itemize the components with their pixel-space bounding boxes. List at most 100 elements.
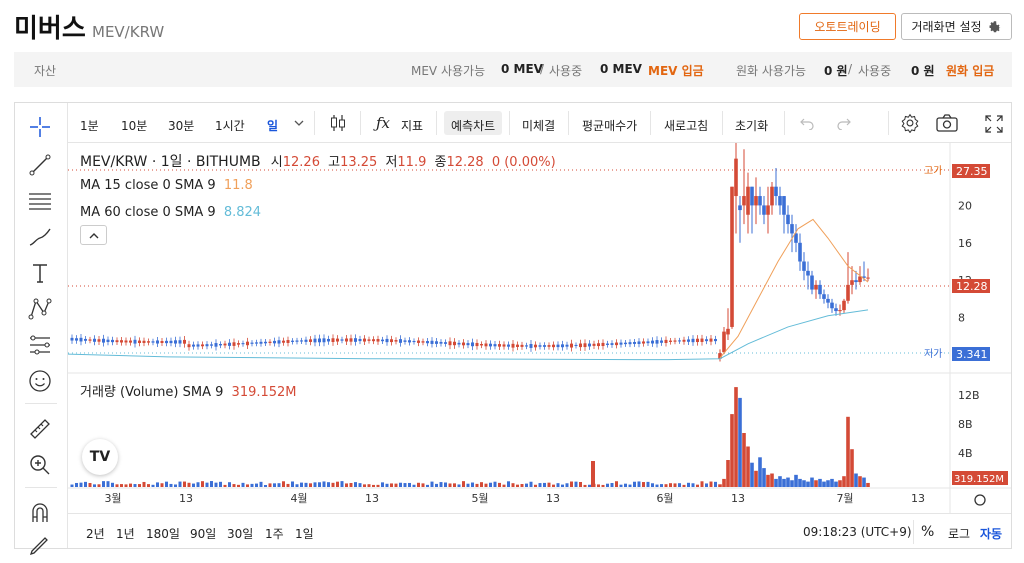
volume-bar [574, 481, 578, 487]
zoom-in-icon[interactable] [28, 453, 52, 477]
auto-trading-button[interactable]: 오토트레이딩 [799, 13, 896, 40]
krw-deposit-link[interactable]: 원화 입금 [946, 62, 994, 79]
range-30d[interactable]: 30일 [227, 525, 253, 542]
fib-lines-icon[interactable] [28, 189, 52, 213]
candle [309, 339, 312, 342]
candle-style-icon[interactable] [328, 113, 348, 133]
interval-1m[interactable]: 1분 [80, 117, 99, 134]
interval-30m[interactable]: 30분 [168, 117, 194, 134]
fullscreen-icon[interactable] [985, 115, 1003, 133]
volume-bar [430, 481, 434, 487]
ruler-icon[interactable] [28, 417, 52, 441]
volume-bar [291, 481, 294, 487]
volume-bar [696, 484, 699, 487]
time-tick-label: 13 [546, 492, 560, 505]
range-90d[interactable]: 90일 [190, 525, 216, 542]
time-tick-label: 7월 [836, 492, 853, 505]
candle [806, 270, 810, 276]
volume-bar [381, 482, 384, 487]
magnet-icon[interactable] [28, 501, 52, 525]
trend-line-icon[interactable] [28, 153, 52, 177]
range-1y[interactable]: 1년 [116, 525, 135, 542]
candle [722, 331, 726, 353]
candle [705, 339, 708, 342]
screen-settings-button[interactable]: 거래화면 설정 [901, 13, 1012, 40]
range-180d[interactable]: 180일 [146, 525, 180, 542]
pattern-icon[interactable] [28, 297, 52, 321]
interval-1h[interactable]: 1시간 [215, 117, 245, 134]
mev-deposit-link[interactable]: MEV 입금 [648, 62, 704, 79]
volume-bar [561, 484, 564, 487]
refresh-button[interactable]: 새로고침 [664, 117, 708, 134]
volume-bar [802, 480, 806, 487]
candle [228, 342, 231, 346]
avg-buy-price-button[interactable]: 평균매수가 [582, 117, 637, 134]
volume-bar [408, 482, 411, 487]
undo-icon[interactable] [799, 116, 815, 130]
candle [520, 344, 524, 347]
candle [291, 340, 294, 342]
price-tick-label: 8 [958, 312, 965, 325]
volume-bar [313, 482, 317, 487]
volume-bar [376, 484, 380, 487]
indicators-button[interactable]: 지표 [401, 117, 423, 134]
candle [115, 340, 119, 343]
candle [782, 196, 786, 215]
candle [192, 344, 195, 347]
candle [770, 186, 774, 206]
prediction-chart-button[interactable]: 예측차트 [451, 117, 495, 134]
volume-bar [277, 483, 281, 487]
volume-bar [466, 483, 470, 487]
emoji-icon[interactable] [28, 369, 52, 393]
candle [372, 339, 375, 342]
candle [345, 338, 348, 342]
volume-bar [70, 484, 74, 487]
forecast-icon[interactable] [28, 333, 52, 357]
camera-icon[interactable] [936, 114, 958, 132]
text-tool-icon[interactable] [28, 261, 52, 285]
volume-bar [637, 481, 641, 487]
pencil-lock-icon[interactable] [28, 533, 52, 557]
candle [854, 280, 858, 283]
interval-day[interactable]: 일 [267, 117, 278, 134]
log-toggle[interactable]: 로그 [948, 525, 970, 542]
candle [120, 340, 123, 343]
candle [241, 343, 245, 345]
candle [426, 341, 429, 344]
redo-icon[interactable] [836, 116, 852, 130]
candle [367, 339, 371, 341]
volume-bar [669, 483, 672, 487]
brush-icon[interactable] [28, 225, 52, 249]
unfilled-orders-button[interactable]: 미체결 [522, 117, 555, 134]
volume-bar [417, 482, 420, 487]
fx-icon[interactable]: ƒx [376, 114, 390, 132]
crosshair-icon[interactable] [28, 115, 52, 139]
candle [810, 275, 814, 290]
range-1w[interactable]: 1주 [265, 525, 284, 542]
volume-bar [214, 482, 218, 487]
interval-10m[interactable]: 10분 [121, 117, 147, 134]
chevron-down-icon[interactable] [294, 119, 304, 127]
chart-settings-gear-icon[interactable] [900, 113, 920, 133]
volume-legend: 거래량 (Volume) SMA 9 319.152M [80, 381, 297, 400]
volume-bar [750, 462, 754, 487]
candle [417, 340, 420, 343]
volume-bar [79, 482, 83, 487]
candle [277, 340, 281, 344]
auto-toggle[interactable]: 자동 [980, 525, 1002, 542]
candle [97, 339, 101, 342]
candle [655, 340, 659, 344]
volume-bar [484, 483, 488, 487]
reset-button[interactable]: 초기화 [735, 117, 768, 134]
candle [696, 338, 699, 343]
candle [147, 341, 150, 343]
range-2y[interactable]: 2년 [86, 525, 105, 542]
percent-toggle[interactable]: % [921, 524, 934, 540]
candle [187, 344, 191, 348]
plot-area[interactable]: 2824201612812B8B4B3월134월135월136월137월13고가… [67, 125, 1011, 513]
toolbar-divider [509, 111, 510, 135]
tradingview-logo[interactable]: TV [82, 439, 118, 475]
range-1d[interactable]: 1일 [295, 525, 314, 542]
legend-collapse-button[interactable] [80, 225, 107, 245]
volume-bar [810, 477, 814, 487]
